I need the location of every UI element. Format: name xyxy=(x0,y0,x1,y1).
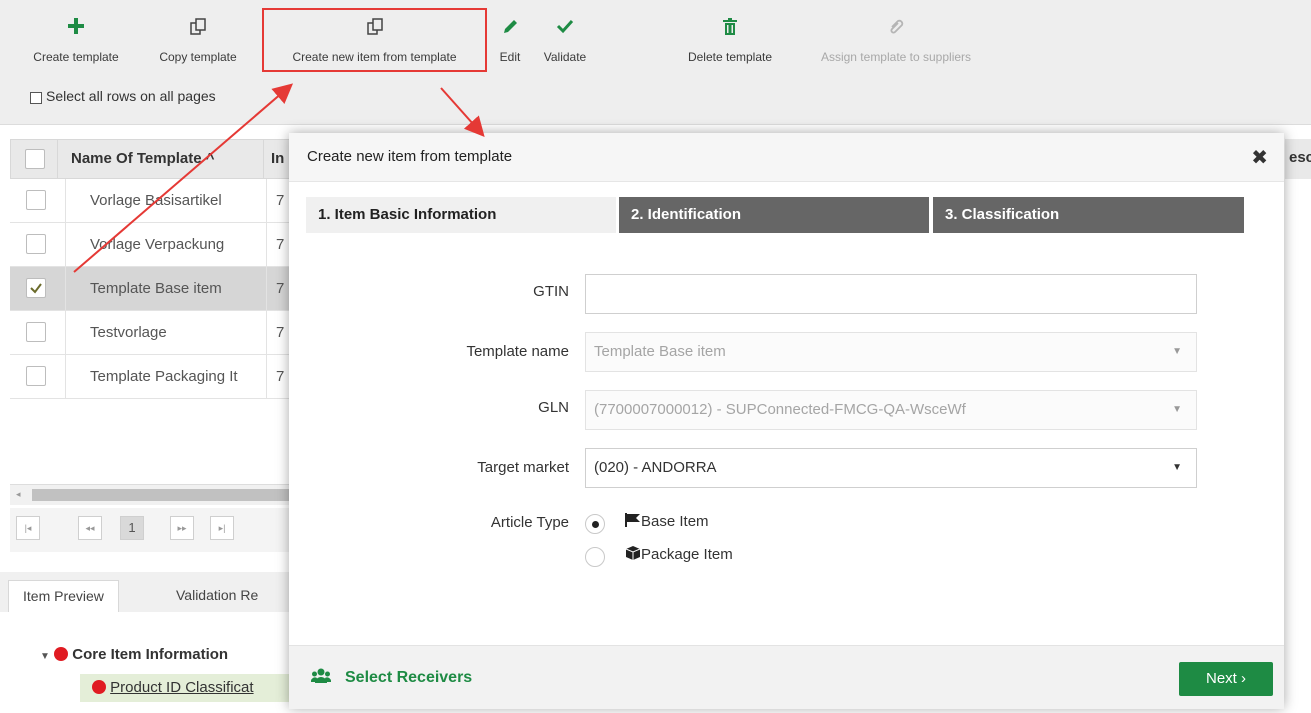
annotation-arrow xyxy=(440,87,485,137)
annotation-arrows xyxy=(73,83,485,273)
annotation-arrow xyxy=(73,83,294,273)
